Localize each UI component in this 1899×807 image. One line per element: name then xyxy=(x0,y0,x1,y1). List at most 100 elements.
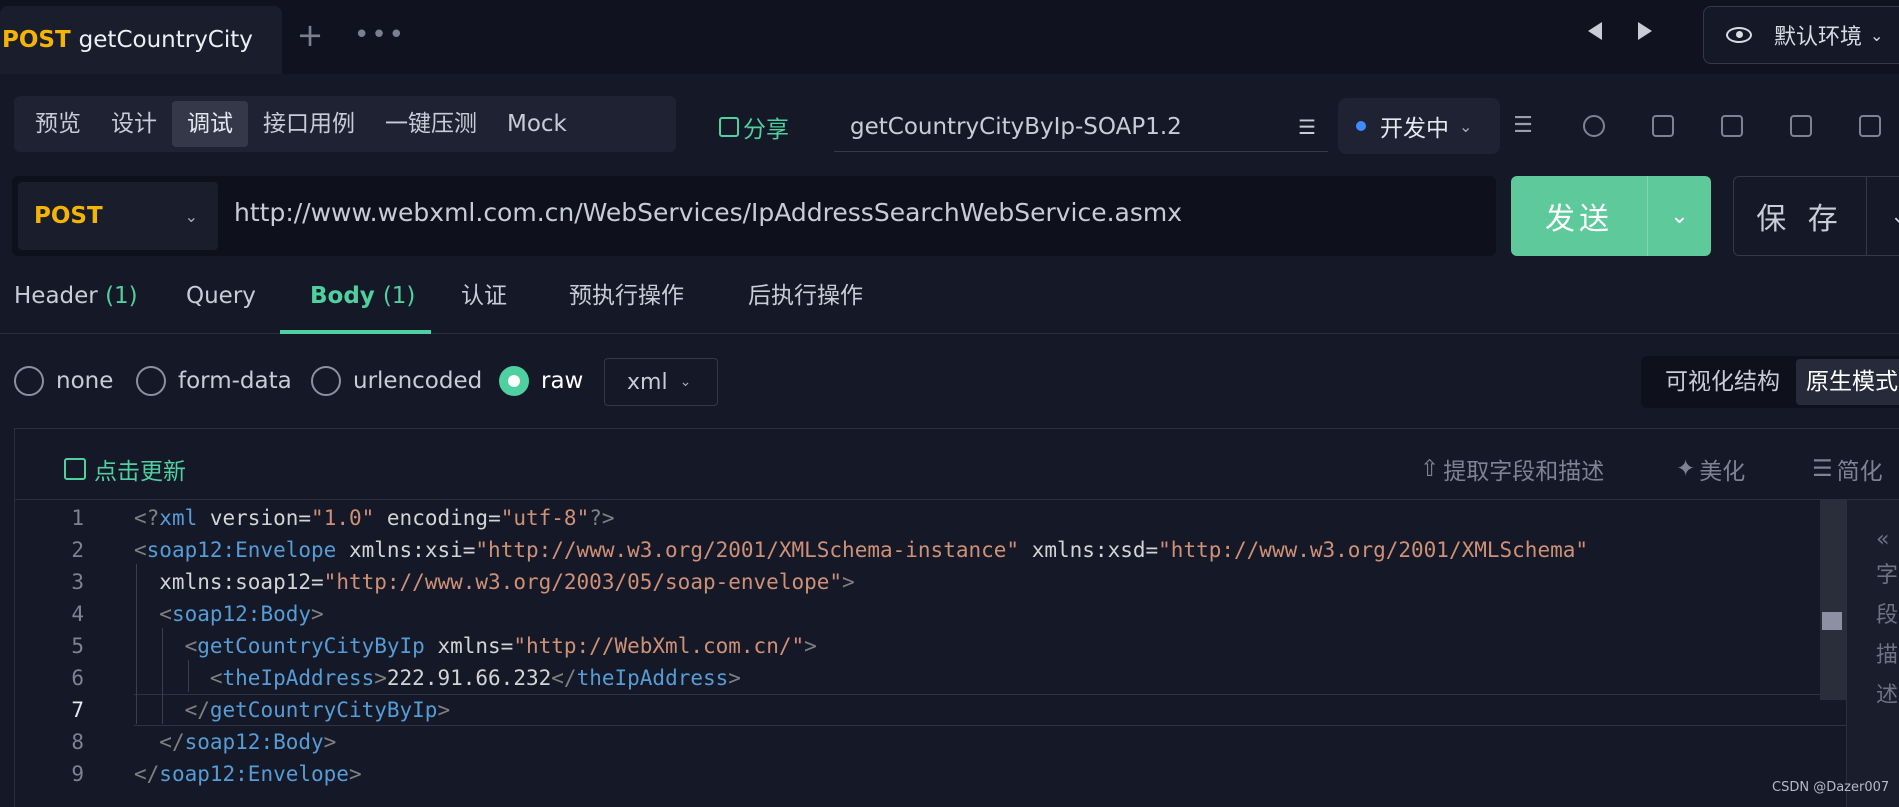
radio-form-data[interactable]: form-data xyxy=(136,366,292,396)
beautify-button[interactable]: ✦ 美化 xyxy=(1676,452,1745,486)
environment-label: 默认环境 xyxy=(1774,25,1863,50)
chevron-down-icon: ⌄ xyxy=(184,206,198,226)
code-line[interactable]: </getCountryCityByIp> xyxy=(134,698,451,722)
simplify-button[interactable]: ☰ 简化 xyxy=(1812,452,1883,486)
share-button[interactable]: 分享 xyxy=(719,110,789,144)
mode-switcher: 预览 设计 调试 接口用例 一键压测 Mock xyxy=(14,96,676,152)
code-icon[interactable] xyxy=(1790,115,1812,137)
outline-icon[interactable]: ☰ xyxy=(1510,113,1536,139)
api-name-field[interactable]: getCountryCityByIp-SOAP1.2 ☰ xyxy=(834,102,1328,152)
code-line[interactable]: <?xml version="1.0" encoding="utf-8"?> xyxy=(134,506,615,530)
method-select[interactable]: POST ⌄ xyxy=(18,182,218,250)
status-selector[interactable]: 开发中 ⌄ xyxy=(1338,98,1500,154)
share-icon xyxy=(719,117,739,137)
chevron-down-icon: ⌄ xyxy=(1870,25,1884,45)
code-line[interactable]: </soap12:Body> xyxy=(134,730,336,754)
mode-design[interactable]: 设计 xyxy=(96,101,172,147)
view-toggle: 可视化结构 原生模式 xyxy=(1641,356,1899,408)
lock-icon[interactable] xyxy=(1652,115,1674,137)
list-icon: ☰ xyxy=(1812,456,1833,482)
radio-urlencoded[interactable]: urlencoded xyxy=(311,366,482,396)
collapse-icon[interactable]: « xyxy=(1876,520,1899,560)
code-line[interactable]: xmlns:soap12="http://www.w3.org/2003/05/… xyxy=(134,570,854,594)
line-number: 5 xyxy=(71,634,84,658)
line-number: 6 xyxy=(71,666,84,690)
code-line[interactable]: <soap12:Envelope xmlns:xsi="http://www.w… xyxy=(134,538,1588,562)
history-icon[interactable] xyxy=(1583,115,1605,137)
format-select[interactable]: xml ⌄ xyxy=(604,358,718,406)
tab-header[interactable]: Header (1) xyxy=(14,266,138,334)
tab-header-count: (1) xyxy=(105,283,138,309)
radio-raw[interactable]: raw xyxy=(499,366,583,396)
param-tabs: Header (1) Query Body (1) 认证 预执行操作 后执行操作 xyxy=(0,266,1899,334)
mode-stress[interactable]: 一键压测 xyxy=(370,101,492,147)
editor-scrollbar[interactable] xyxy=(1820,500,1846,700)
mode-mock[interactable]: Mock xyxy=(492,101,582,147)
save-dropdown-icon[interactable]: ⌄ xyxy=(1867,204,1899,229)
code-line[interactable]: <theIpAddress>222.91.66.232</theIpAddres… xyxy=(134,666,741,690)
mode-cases[interactable]: 接口用例 xyxy=(248,101,370,147)
line-number-current: 7 xyxy=(71,698,84,722)
radio-circle xyxy=(311,366,341,396)
mode-debug[interactable]: 调试 xyxy=(172,101,248,147)
tab-body-label: Body xyxy=(310,283,375,309)
radio-circle xyxy=(136,366,166,396)
prev-tab-icon[interactable] xyxy=(1588,22,1602,40)
next-tab-icon[interactable] xyxy=(1638,22,1652,40)
radio-raw-label: raw xyxy=(541,368,584,394)
line-number: 9 xyxy=(71,762,84,786)
line-number: 2 xyxy=(71,538,84,562)
extract-fields-label: 提取字段和描述 xyxy=(1443,459,1605,485)
editor-toolbar xyxy=(14,428,1899,500)
send-dropdown-icon[interactable]: ⌄ xyxy=(1648,204,1711,229)
status-dot-icon xyxy=(1356,121,1366,131)
line-number: 8 xyxy=(71,730,84,754)
tab-body[interactable]: Body (1) xyxy=(280,266,431,334)
mode-preview[interactable]: 预览 xyxy=(20,101,96,147)
scrollbar-thumb[interactable] xyxy=(1822,612,1842,630)
tab-bar xyxy=(0,0,1899,74)
format-label: xml xyxy=(627,369,668,395)
chart-icon[interactable] xyxy=(1859,115,1881,137)
radio-none-label: none xyxy=(56,368,114,394)
beautify-label: 美化 xyxy=(1699,459,1746,485)
radio-none[interactable]: none xyxy=(14,366,113,396)
code-line[interactable]: </soap12:Envelope> xyxy=(134,762,362,786)
tab-pre-script[interactable]: 预执行操作 xyxy=(569,266,684,334)
refresh-button[interactable]: 点击更新 xyxy=(64,452,186,486)
view-visual[interactable]: 可视化结构 xyxy=(1655,359,1790,405)
edit-icon[interactable]: ☰ xyxy=(1298,115,1316,139)
request-tab-method: POST xyxy=(2,27,71,53)
tab-query[interactable]: Query xyxy=(186,266,256,334)
code-line[interactable]: <getCountryCityByIp xmlns="http://WebXml… xyxy=(134,634,817,658)
request-tab[interactable]: POST getCountryCity xyxy=(0,6,282,74)
method-label: POST xyxy=(34,203,103,229)
wand-icon: ✦ xyxy=(1676,456,1696,482)
status-label: 开发中 xyxy=(1380,116,1449,142)
refresh-label: 点击更新 xyxy=(94,459,186,485)
url-input[interactable]: http://www.webxml.com.cn/WebServices/IpA… xyxy=(234,198,1182,227)
code-line[interactable]: <soap12:Body> xyxy=(134,602,323,626)
chevron-down-icon: ⌄ xyxy=(679,374,692,390)
more-icon[interactable]: ••• xyxy=(354,18,406,52)
upload-icon: ⇧ xyxy=(1420,456,1440,482)
radio-circle-selected xyxy=(499,366,529,396)
tab-header-label: Header xyxy=(14,283,98,309)
extract-fields-button[interactable]: ⇧ 提取字段和描述 xyxy=(1420,452,1604,486)
radio-form-data-label: form-data xyxy=(178,368,292,394)
api-name-text: getCountryCityByIp-SOAP1.2 xyxy=(850,113,1182,140)
view-raw[interactable]: 原生模式 xyxy=(1796,359,1899,405)
copy-icon[interactable] xyxy=(1721,115,1743,137)
tab-body-count: (1) xyxy=(382,283,416,309)
send-button[interactable]: 发送 xyxy=(1511,194,1647,238)
environment-selector[interactable]: 默认环境 ⌄ xyxy=(1703,6,1899,64)
add-tab-icon[interactable]: + xyxy=(293,18,327,52)
radio-circle xyxy=(14,366,44,396)
line-number: 4 xyxy=(71,602,84,626)
tab-post-script[interactable]: 后执行操作 xyxy=(748,266,863,334)
line-number: 1 xyxy=(71,506,84,530)
tab-auth[interactable]: 认证 xyxy=(461,266,507,334)
share-label: 分享 xyxy=(743,117,789,143)
save-button[interactable]: 保 存 xyxy=(1734,194,1866,238)
field-description-label: 字段描述 xyxy=(1876,563,1899,708)
